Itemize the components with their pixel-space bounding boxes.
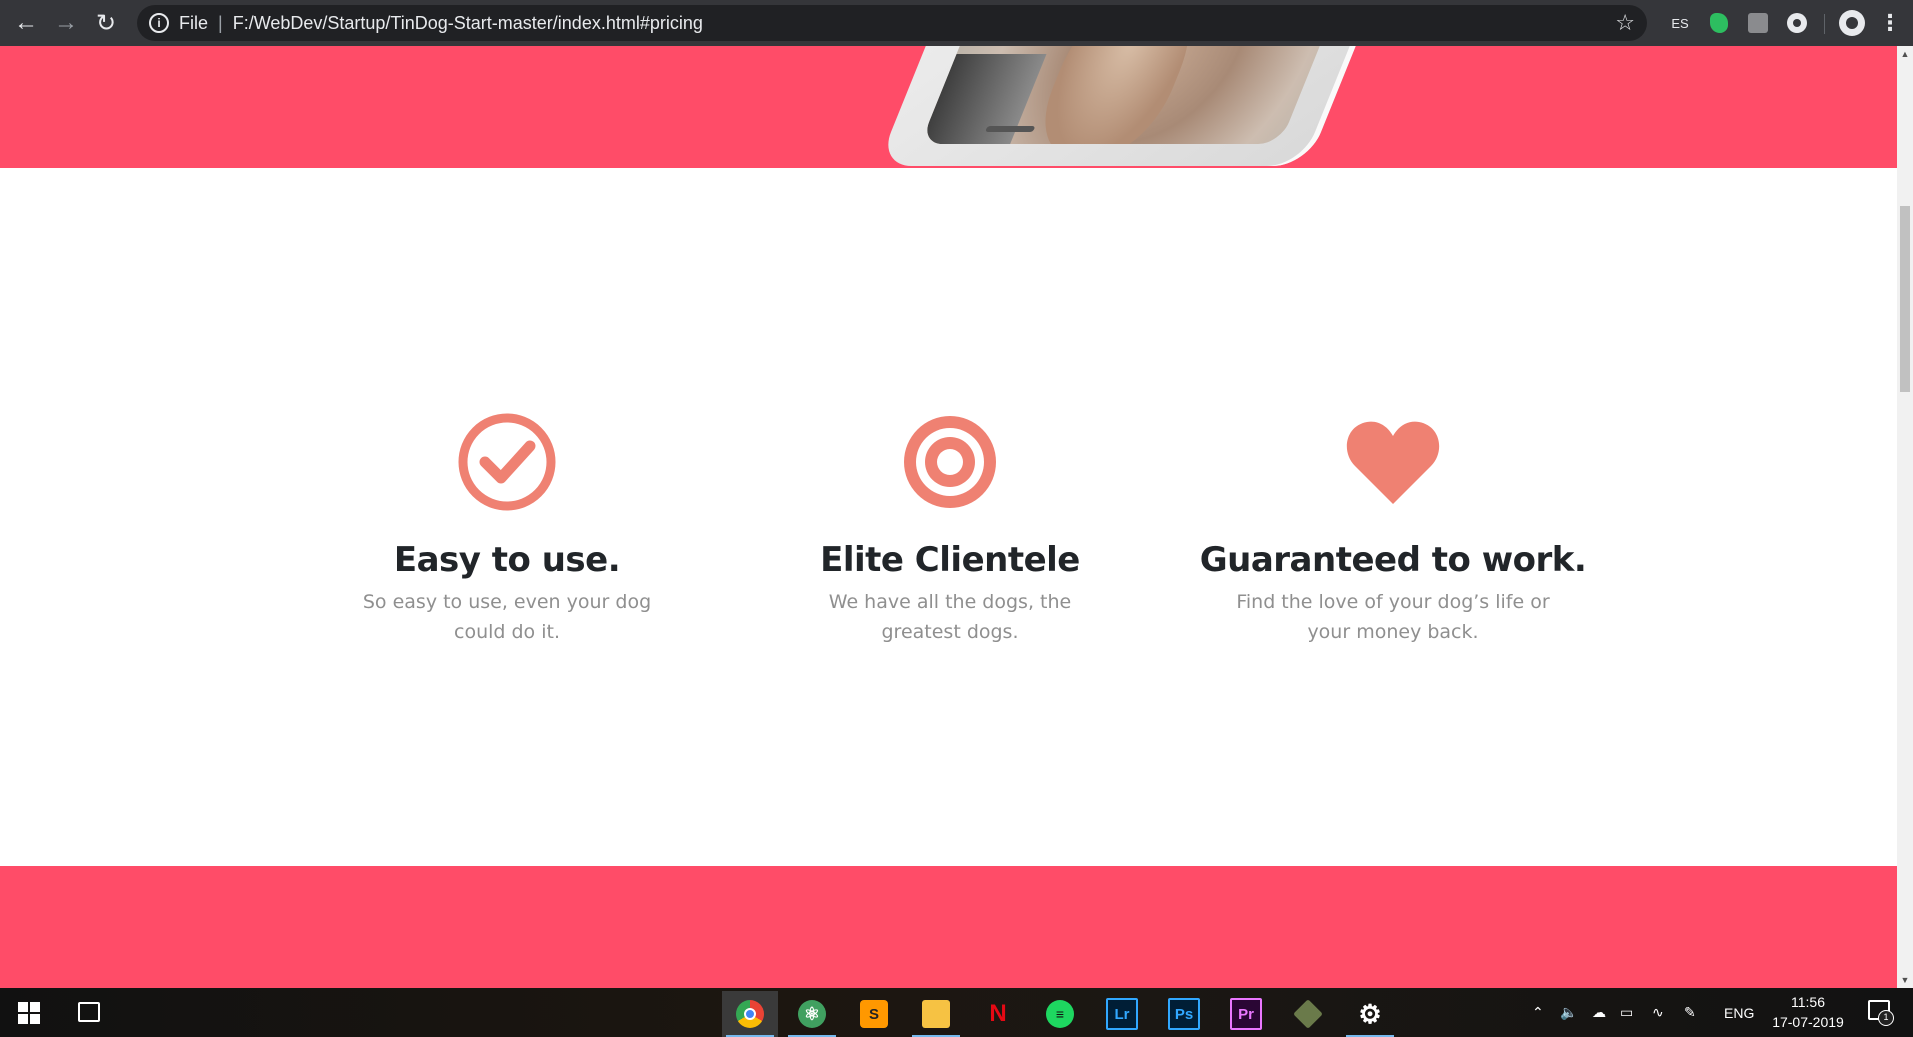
spotify-icon: ≡ xyxy=(1046,1000,1074,1028)
evernote-icon[interactable] xyxy=(1706,10,1732,36)
extension-icon[interactable] xyxy=(1745,10,1771,36)
volume-icon[interactable]: 🔈 xyxy=(1560,988,1577,1037)
premiere-pro-icon: Pr xyxy=(1230,998,1262,1030)
netflix-icon: N xyxy=(989,1000,1007,1027)
taskbar-spotify[interactable]: ≡ xyxy=(1032,991,1088,1037)
feature-text: Find the love of your dog’s life or your… xyxy=(1236,591,1550,643)
feature-title: Guaranteed to work. xyxy=(1199,540,1587,580)
taskbar-app[interactable] xyxy=(1280,991,1336,1037)
title-section-bottom xyxy=(0,46,1897,168)
page-viewport: Easy to use. So easy to use, even your d… xyxy=(0,46,1897,988)
language-indicator[interactable]: ENG xyxy=(1724,988,1754,1037)
atom-icon: ⚛ xyxy=(798,1000,826,1028)
lightroom-icon: Lr xyxy=(1106,998,1138,1030)
feature-title: Easy to use. xyxy=(393,540,621,580)
taskbar-atom[interactable]: ⚛ xyxy=(784,991,840,1037)
url-text[interactable]: F:/WebDev/Startup/TinDog-Start-master/in… xyxy=(233,13,703,34)
pen-icon[interactable]: ✎ xyxy=(1684,988,1696,1037)
page-scrollbar[interactable]: ▲ ▼ xyxy=(1897,46,1913,988)
url-scheme: File xyxy=(179,12,209,33)
browser-toolbar: ← → ↻ i File | F:/WebDev/Startup/TinDog-… xyxy=(0,0,1913,46)
chrome-icon xyxy=(736,1000,764,1028)
forward-icon[interactable]: → xyxy=(46,3,86,43)
onedrive-cloud-icon[interactable]: ☁ xyxy=(1592,988,1606,1037)
taskbar-netflix[interactable]: N xyxy=(970,991,1026,1037)
extension-es[interactable]: ES xyxy=(1668,10,1692,36)
bullseye-icon xyxy=(904,416,996,508)
gear-icon: ⚙ xyxy=(1358,998,1382,1029)
taskbar-photoshop[interactable]: Ps xyxy=(1156,991,1212,1037)
feature-guaranteed: Guaranteed to work. Find the love of you… xyxy=(1183,412,1603,647)
url-separator: | xyxy=(218,12,223,33)
app-diamond-icon xyxy=(1293,999,1323,1029)
battery-icon[interactable]: ▭ xyxy=(1620,988,1633,1037)
bookmark-star-icon[interactable]: ☆ xyxy=(1615,10,1635,36)
taskbar-premiere[interactable]: Pr xyxy=(1218,991,1274,1037)
feature-text: We have all the dogs, the greatest dogs. xyxy=(828,591,1072,643)
task-view-icon[interactable] xyxy=(78,1002,100,1022)
back-icon[interactable]: ← xyxy=(6,3,46,43)
toolbar-divider xyxy=(1824,14,1825,34)
feature-text: So easy to use, even your dog could do i… xyxy=(362,591,652,643)
check-circle-icon xyxy=(458,413,556,511)
notification-count-badge: 1 xyxy=(1878,1010,1894,1026)
windows-taskbar: ⚛ S N ≡ Lr Ps Pr ⚙ ⌃ 🔈 ☁ ▭ ∿ ✎ ENG 11:56… xyxy=(0,988,1913,1037)
github-icon[interactable] xyxy=(1784,10,1810,36)
photoshop-icon: Ps xyxy=(1168,998,1200,1030)
clock-date: 17-07-2019 xyxy=(1772,1014,1844,1030)
taskbar-sublime[interactable]: S xyxy=(846,991,902,1037)
features-section: Easy to use. So easy to use, even your d… xyxy=(0,168,1897,866)
info-icon[interactable]: i xyxy=(149,13,169,33)
feature-easy: Easy to use. So easy to use, even your d… xyxy=(297,412,717,647)
sublime-text-icon: S xyxy=(860,1000,888,1028)
reload-icon[interactable]: ↻ xyxy=(86,3,126,43)
wifi-icon[interactable]: ∿ xyxy=(1652,988,1664,1037)
testimonials-section xyxy=(0,866,1897,988)
taskbar-lightroom[interactable]: Lr xyxy=(1094,991,1150,1037)
profile-avatar-icon[interactable] xyxy=(1838,10,1866,36)
heart-icon xyxy=(1346,421,1440,504)
phone-speaker xyxy=(985,126,1036,132)
kebab-menu-icon[interactable]: ⋮ xyxy=(1879,10,1901,36)
windows-start-icon[interactable] xyxy=(18,1002,40,1024)
feature-elite: Elite Clientele We have all the dogs, th… xyxy=(740,412,1160,647)
action-center-icon[interactable]: 1 xyxy=(1868,1000,1894,1026)
scroll-down-arrow-icon[interactable]: ▼ xyxy=(1897,972,1913,988)
phone-screen-image xyxy=(920,46,1409,144)
iphone-image xyxy=(877,46,1453,166)
system-clock[interactable]: 11:56 17-07-2019 xyxy=(1754,992,1862,1032)
scroll-up-arrow-icon[interactable]: ▲ xyxy=(1897,46,1913,62)
taskbar-settings[interactable]: ⚙ xyxy=(1342,991,1398,1037)
address-bar[interactable]: i File | F:/WebDev/Startup/TinDog-Start-… xyxy=(137,5,1647,41)
taskbar-chrome[interactable] xyxy=(722,991,778,1037)
scrollbar-thumb[interactable] xyxy=(1900,206,1910,392)
clock-time: 11:56 xyxy=(1791,994,1825,1010)
taskbar-file-explorer[interactable] xyxy=(908,991,964,1037)
folder-icon xyxy=(922,1000,950,1028)
tray-chevron-up-icon[interactable]: ⌃ xyxy=(1532,988,1544,1037)
feature-title: Elite Clientele xyxy=(820,540,1080,580)
